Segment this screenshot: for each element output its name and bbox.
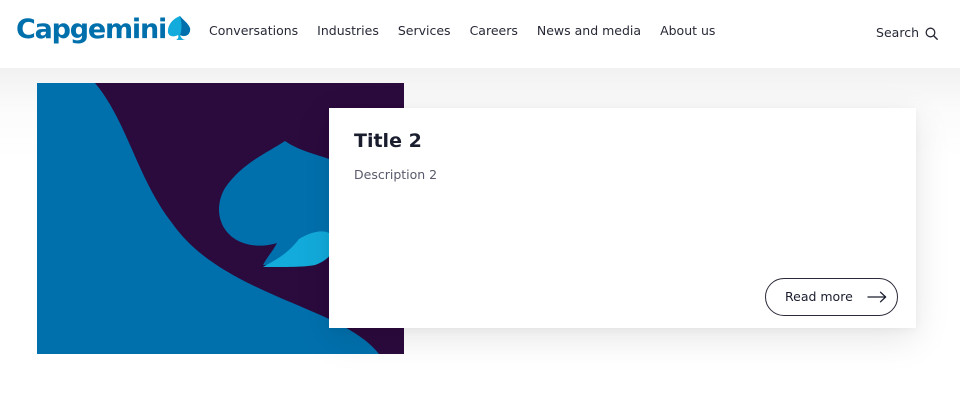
card-description: Description 2	[354, 167, 438, 182]
content-card: Title 2 Description 2 Read more	[329, 108, 916, 328]
logo-wordmark: Capgemini	[16, 14, 167, 45]
search-button[interactable]: Search	[876, 24, 938, 42]
nav-item-about-us[interactable]: About us	[660, 22, 715, 40]
nav-item-services[interactable]: Services	[398, 22, 451, 40]
capgemini-logo[interactable]: Capgemini	[16, 14, 191, 46]
search-icon	[925, 27, 938, 40]
read-more-label: Read more	[785, 289, 853, 304]
site-header: Capgemini Conversations Industries Servi…	[0, 0, 960, 68]
nav-item-industries[interactable]: Industries	[317, 22, 379, 40]
arrow-right-icon	[867, 291, 887, 303]
spade-logo-icon	[167, 16, 191, 40]
nav-item-careers[interactable]: Careers	[470, 22, 518, 40]
nav-item-news-and-media[interactable]: News and media	[537, 22, 641, 40]
main-navigation: Conversations Industries Services Career…	[209, 22, 734, 40]
nav-item-conversations[interactable]: Conversations	[209, 22, 298, 40]
read-more-button[interactable]: Read more	[765, 278, 898, 316]
search-label: Search	[876, 25, 919, 40]
card-title: Title 2	[354, 130, 422, 152]
